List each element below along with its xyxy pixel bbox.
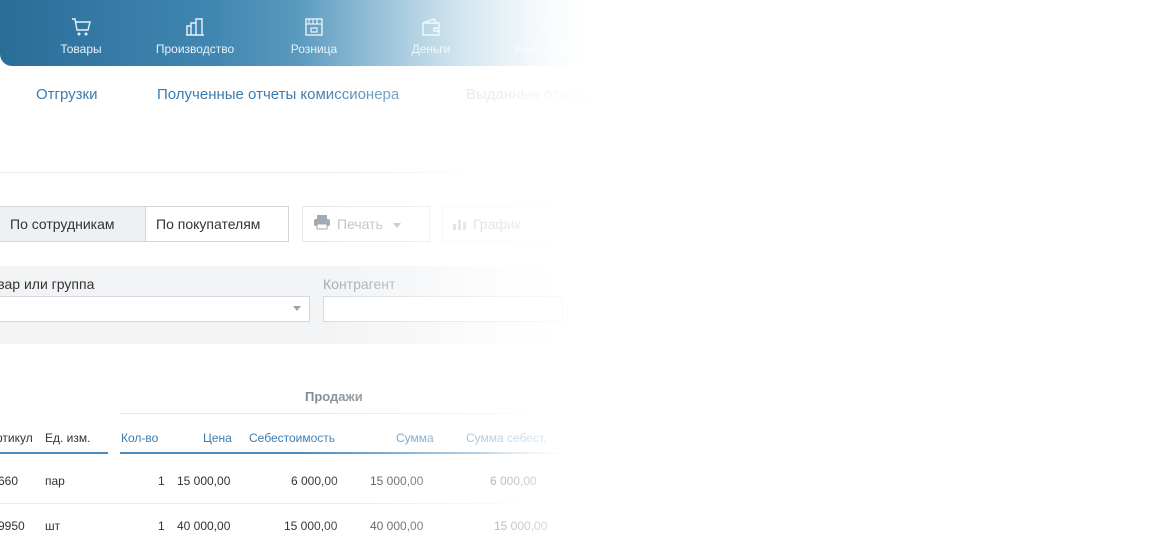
group-header-sales: Продажи (305, 389, 363, 404)
printer-icon (313, 208, 331, 242)
filter-panel: Товар или группа Контрагент (0, 266, 570, 344)
by-buyers-button[interactable]: По покупателям (145, 206, 289, 242)
cell-price: 15 000,00 (177, 474, 231, 488)
cell-sum: 40 000,00 (370, 519, 424, 533)
header-underline (120, 452, 570, 454)
cell-sum: 15 000,00 (370, 474, 424, 488)
cell-cost: 15 000,00 (284, 519, 338, 533)
product-select[interactable] (0, 296, 310, 322)
tab-commissioner-reports-received[interactable]: Полученные отчеты комиссионера (157, 86, 399, 103)
bar-chart-icon (453, 208, 467, 242)
divider (120, 413, 570, 414)
print-label: Печать (337, 216, 383, 232)
tab-commissioner-reports-issued[interactable]: Выданные отчеты (466, 86, 592, 103)
top-navigation-bar: Товары Производство Розница Деньги Контр… (0, 0, 600, 66)
nav-item-label: Контрагенты (514, 42, 586, 56)
chart-label: График (473, 216, 521, 232)
by-employees-button[interactable]: По сотрудникам (0, 206, 146, 242)
column-header-unit[interactable]: Ед. изм. (45, 431, 90, 445)
nav-item-label: Розница (290, 42, 338, 56)
nav-item-goods[interactable]: Товары (36, 0, 126, 66)
nav-item-retail[interactable]: Розница (269, 0, 359, 66)
cell-unit: шт (45, 519, 61, 533)
cell-cost-sum: 15 000,00 (494, 519, 548, 533)
tab-shipments[interactable]: Отгрузки (36, 86, 98, 103)
cell-price: 40 000,00 (177, 519, 231, 533)
nav-item-money[interactable]: Деньги (386, 0, 476, 66)
cell-article: 9950 (0, 519, 25, 533)
cart-icon (70, 16, 92, 41)
nav-item-counterparties[interactable]: Контрагенты (505, 0, 595, 66)
column-header-article[interactable]: Артикул (0, 431, 33, 445)
nav-item-label: Деньги (411, 42, 451, 56)
nav-item-label: Товары (60, 42, 102, 56)
cell-qty: 1 (158, 519, 165, 533)
chevron-down-icon (392, 222, 401, 228)
cell-cost-sum: 6 000,00 (490, 474, 537, 488)
print-button[interactable]: Печать (302, 206, 430, 242)
column-header-cost[interactable]: Себестоимость (249, 431, 335, 445)
cell-cost: 6 000,00 (291, 474, 338, 488)
wallet-icon (420, 16, 442, 41)
column-header-price[interactable]: Цена (203, 431, 232, 445)
counterparty-filter-label: Контрагент (323, 276, 396, 292)
cell-unit: пар (45, 474, 65, 488)
cell-article: 660 (0, 474, 19, 488)
divider (0, 172, 490, 173)
nav-item-label: Производство (155, 42, 235, 56)
contacts-icon (539, 16, 561, 41)
store-icon (303, 16, 325, 41)
row-divider (0, 503, 570, 504)
nav-item-production[interactable]: Производство (150, 0, 240, 66)
product-filter-label: Товар или группа (0, 276, 95, 292)
chart-button[interactable]: График (442, 206, 552, 242)
column-header-sum[interactable]: Сумма (396, 431, 434, 445)
column-header-qty[interactable]: Кол-во (121, 431, 158, 445)
cell-qty: 1 (158, 474, 165, 488)
header-underline (0, 452, 108, 454)
factory-icon (184, 16, 206, 41)
counterparty-field[interactable] (323, 296, 563, 322)
chevron-down-icon (293, 306, 301, 311)
column-header-cost-sum[interactable]: Сумма себест. (466, 431, 547, 445)
